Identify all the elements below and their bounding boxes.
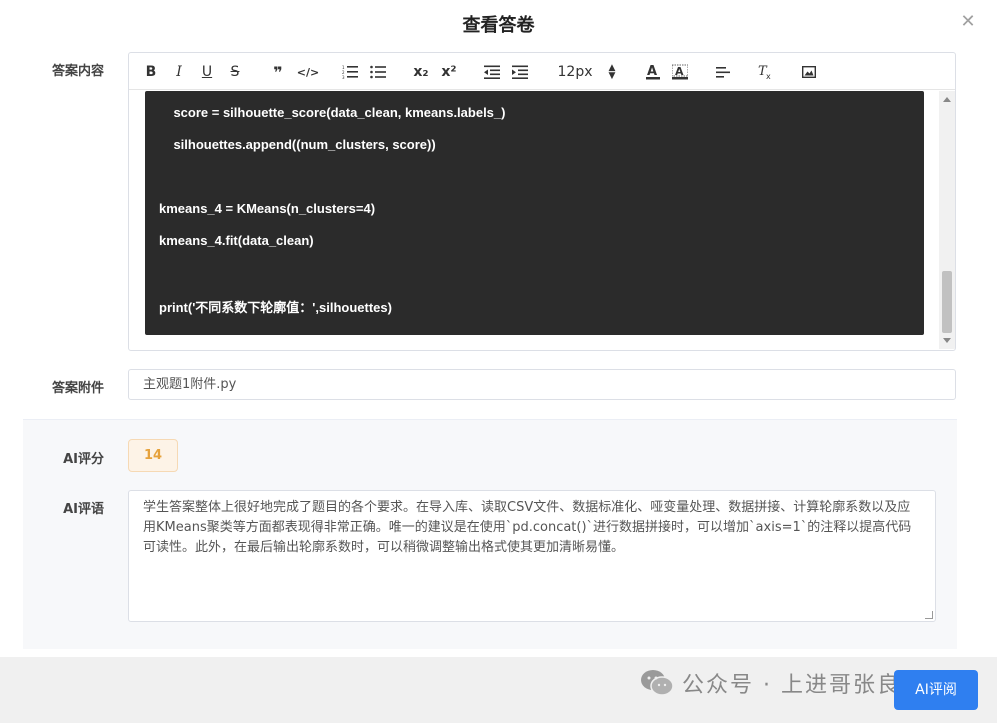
code-line: print('不同系数下轮廓值：',silhouettes) [159,300,392,315]
ai-comment-label: AI评语 [63,502,104,517]
editor-toolbar: B I U S ❞ </> 123 x₂ x² 12px ▲ ▼ A A T x [129,53,955,90]
svg-text:A: A [675,65,684,78]
text-color-button[interactable]: A [645,61,661,83]
ai-review-button[interactable]: AI评阅 [894,670,978,710]
clear-format-button[interactable]: Tx [757,61,775,83]
text-color-icon: A [646,64,660,80]
clear-format-icon: Tx [758,64,771,80]
font-size-select[interactable]: 12px [557,61,593,83]
highlight-color-button[interactable]: A [671,61,689,83]
scroll-up-icon[interactable] [943,97,951,102]
indent-button[interactable] [511,61,529,83]
close-icon[interactable]: ✕ [959,13,977,31]
answer-content-label: 答案内容 [51,64,104,79]
rich-text-editor[interactable]: B I U S ❞ </> 123 x₂ x² 12px ▲ ▼ A A T x… [128,52,956,351]
svg-text:A: A [647,64,657,79]
font-size-stepper-icon[interactable]: ▲ ▼ [607,61,617,83]
attachment-field[interactable]: 主观题1附件.py [128,369,956,400]
ordered-list-icon: 123 [342,65,358,79]
resize-grip-icon[interactable] [925,611,933,619]
code-block-button[interactable]: </> [297,61,319,83]
ordered-list-button[interactable]: 123 [341,61,359,83]
bold-button[interactable]: B [143,61,159,83]
code-line: kmeans_4 = KMeans(n_clusters=4) [159,201,376,216]
italic-button[interactable]: I [171,61,187,83]
scroll-down-icon[interactable] [943,338,951,343]
strikethrough-button[interactable]: S [227,61,243,83]
svg-text:3: 3 [342,75,345,79]
outdent-button[interactable] [483,61,501,83]
ai-score-label: AI评分 [63,452,104,467]
code-line: score = silhouette_score(data_clean, kme… [159,105,506,120]
ai-comment-textarea[interactable]: 学生答案整体上很好地完成了题目的各个要求。在导入库、读取CSV文件、数据标准化、… [128,490,936,622]
ai-score-badge: 14 [128,439,178,472]
bullet-list-icon [370,65,386,79]
answer-attachment-label: 答案附件 [51,381,104,396]
code-line: silhouettes.append((num_clusters, score)… [159,137,436,152]
code-line: kmeans_4.fit(data_clean) [159,233,314,248]
superscript-button[interactable]: x² [439,61,459,83]
bullet-list-button[interactable] [369,61,387,83]
insert-image-button[interactable] [801,61,817,83]
quote-button[interactable]: ❞ [269,61,287,83]
outdent-icon [484,65,500,79]
align-left-icon [716,67,730,78]
dialog-header: 查看答卷 ✕ [0,0,997,48]
image-icon [802,66,816,78]
wechat-icon [641,670,674,696]
align-button[interactable] [715,61,731,83]
subscript-button[interactable]: x₂ [411,61,431,83]
highlight-icon: A [672,64,688,80]
watermark-text: 公众号 · 上进哥张良均 [682,673,925,698]
code-block[interactable]: score = silhouette_score(data_clean, kme… [145,91,924,335]
scroll-thumb[interactable] [942,271,952,333]
indent-icon [512,65,528,79]
svg-text:x: x [766,72,771,80]
dialog-title: 查看答卷 [462,15,535,36]
watermark: 公众号 · 上进哥张良均 [640,667,925,699]
answer-dialog: 查看答卷 ✕ 答案内容 B I U S ❞ </> 123 x₂ x² 12px… [0,0,997,657]
underline-button[interactable]: U [199,61,215,83]
editor-scrollbar[interactable] [939,91,955,349]
ai-comment-text: 学生答案整体上很好地完成了题目的各个要求。在导入库、读取CSV文件、数据标准化、… [143,500,912,555]
